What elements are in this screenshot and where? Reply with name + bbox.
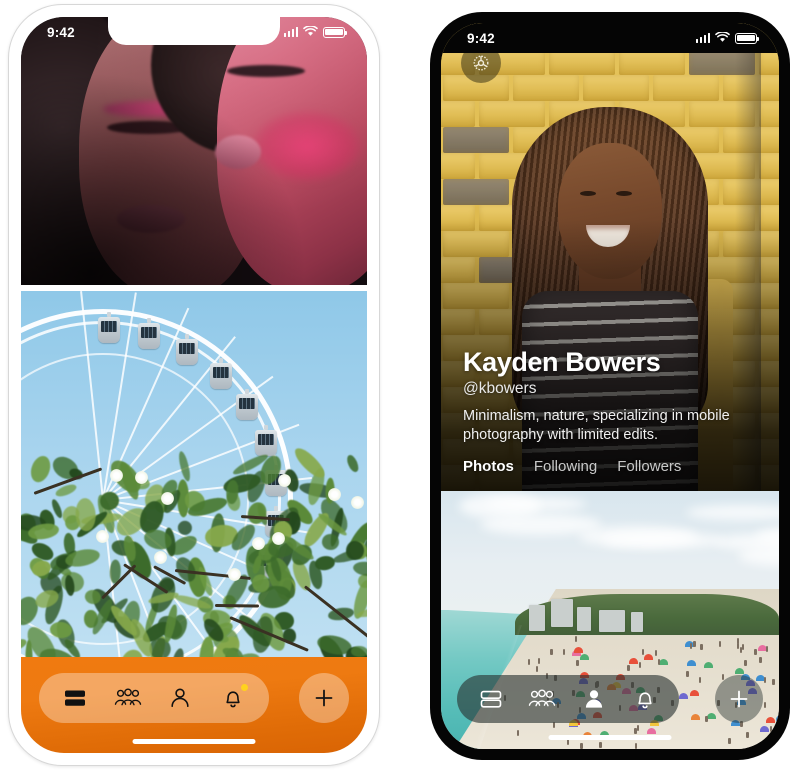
nav-item-notifications[interactable] — [631, 685, 659, 713]
nav-item-profile[interactable] — [166, 684, 194, 712]
status-bar-right: 9:42 — [441, 23, 779, 53]
nav-item-notifications[interactable] — [219, 684, 247, 712]
feed-screen: 9:42 — [21, 17, 367, 753]
status-bar-left: 9:42 — [21, 17, 367, 47]
phone-mockup-right: 9:42 Kayden Bowers @kbowers Minimalism, … — [430, 12, 790, 760]
person-icon — [582, 688, 606, 710]
home-indicator-left[interactable] — [133, 739, 256, 744]
status-time: 9:42 — [47, 25, 75, 40]
plus-icon — [727, 687, 751, 711]
feed-list-icon — [62, 687, 88, 709]
nav-pill-left — [39, 673, 269, 723]
feed-list-icon — [478, 688, 504, 710]
bottom-nav-left — [21, 657, 367, 753]
screenshot-stage: 9:42 9:42 Kayden Bowers @kbowers Minimal… — [0, 0, 800, 770]
profile-tabs: Photos Following Followers — [463, 458, 761, 475]
people-group-icon — [528, 688, 556, 710]
profile-screen: 9:42 Kayden Bowers @kbowers Minimalism, … — [441, 23, 779, 749]
battery-icon — [323, 27, 345, 38]
bell-icon — [634, 688, 656, 710]
nav-item-feed[interactable] — [477, 685, 505, 713]
profile-handle: @kbowers — [463, 380, 761, 398]
profile-content: Kayden Bowers @kbowers Minimalism, natur… — [441, 23, 779, 749]
phone-mockup-left: 9:42 — [8, 4, 380, 766]
wifi-icon — [303, 25, 318, 40]
notification-badge — [241, 684, 248, 691]
home-indicator-right[interactable] — [549, 735, 672, 740]
status-time: 9:42 — [467, 31, 495, 46]
feed-photo-beauty[interactable] — [21, 17, 367, 285]
nav-item-friends[interactable] — [528, 685, 556, 713]
bell-icon — [222, 687, 244, 709]
decor-foliage — [21, 456, 367, 657]
nav-item-profile[interactable] — [580, 685, 608, 713]
decor-shading — [21, 17, 367, 285]
tab-followers[interactable]: Followers — [617, 458, 681, 475]
tab-photos[interactable]: Photos — [463, 458, 514, 475]
profile-cover-photo[interactable]: Kayden Bowers @kbowers Minimalism, natur… — [441, 23, 779, 491]
create-button-left[interactable] — [299, 673, 349, 723]
profile-name: Kayden Bowers — [463, 348, 761, 376]
people-group-icon — [114, 687, 142, 709]
nav-item-feed[interactable] — [61, 684, 89, 712]
status-icons — [696, 31, 758, 46]
feed-photo-ferris-wheel[interactable] — [21, 291, 367, 657]
gear-icon — [470, 52, 492, 74]
feed-content — [21, 17, 367, 753]
battery-icon — [735, 33, 757, 44]
plus-icon — [312, 686, 336, 710]
wifi-icon — [715, 31, 730, 46]
nav-pill-right — [457, 675, 679, 723]
nav-item-friends[interactable] — [114, 684, 142, 712]
create-button-right[interactable] — [715, 675, 763, 723]
cellular-signal-icon — [696, 33, 711, 43]
cellular-signal-icon — [284, 27, 299, 37]
person-icon — [168, 687, 192, 709]
profile-grid-photo-beach[interactable] — [441, 491, 779, 749]
status-icons — [284, 25, 346, 40]
profile-bio: Minimalism, nature, specializing in mobi… — [463, 407, 761, 446]
profile-info: Kayden Bowers @kbowers Minimalism, natur… — [463, 348, 761, 475]
tab-following[interactable]: Following — [534, 458, 597, 475]
